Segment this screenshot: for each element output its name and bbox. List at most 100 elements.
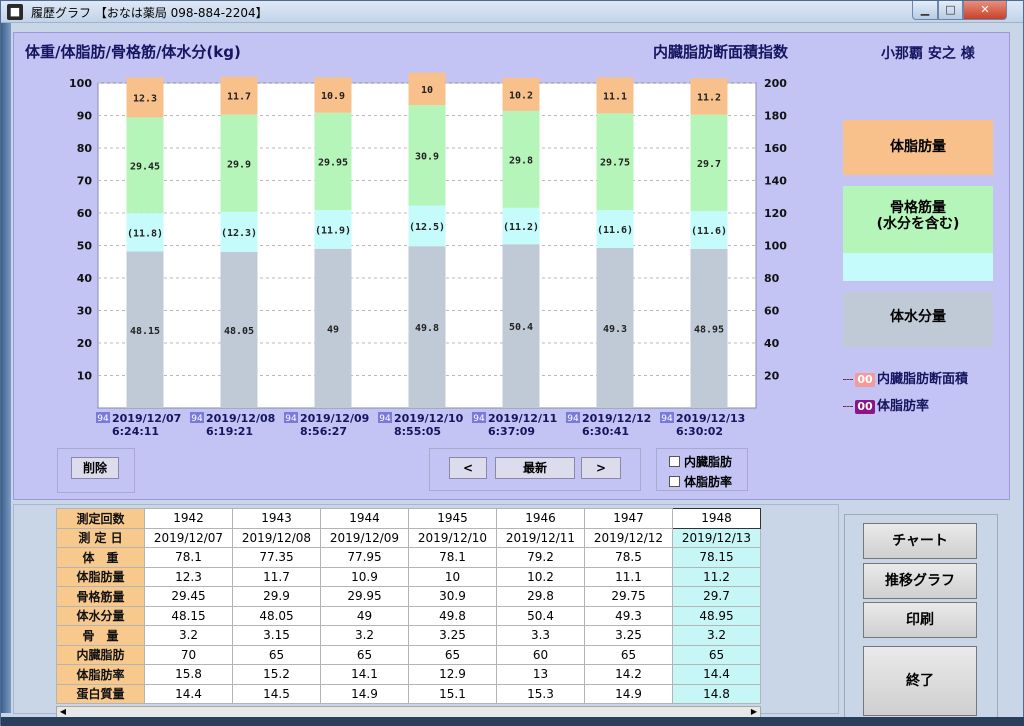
chart-button[interactable]: チャート	[863, 523, 977, 559]
table-cell[interactable]: 14.8	[672, 683, 761, 704]
scroll-right-icon[interactable]: ▶	[748, 707, 760, 717]
table-cell[interactable]: 2019/12/09	[320, 527, 409, 548]
table-cell[interactable]: 11.7	[232, 566, 321, 587]
table-cell[interactable]: 10.2	[496, 566, 585, 587]
table-cell[interactable]: 65	[672, 644, 761, 665]
table-cell[interactable]: 78.5	[584, 547, 673, 568]
table-cell[interactable]: 77.95	[320, 547, 409, 568]
table-cell[interactable]: 48.15	[144, 605, 233, 626]
table-cell[interactable]: 78.15	[672, 547, 761, 568]
table-cell[interactable]: 29.95	[320, 586, 409, 607]
table-cell[interactable]: 2019/12/08	[232, 527, 321, 548]
latest-button[interactable]: 最新	[495, 457, 575, 479]
table-cell[interactable]: 3.25	[408, 625, 497, 646]
table-cell[interactable]: 15.3	[496, 683, 585, 704]
table-cell[interactable]: 15.8	[144, 664, 233, 685]
print-button[interactable]: 印刷	[863, 602, 977, 638]
bodyfat-checkbox-label: 体脂肪率	[684, 475, 733, 489]
table-cell[interactable]: 1947	[584, 508, 673, 529]
measurement-table: 測定回数 1942 1943 1944 1945 1946 1947 1948 測 定 日 201…	[56, 508, 761, 704]
table-cell[interactable]: 1946	[496, 508, 585, 529]
table-cell[interactable]: 65	[408, 644, 497, 665]
table-cell[interactable]: 29.9	[232, 586, 321, 607]
row-header: 測定回数	[56, 508, 145, 529]
table-cell[interactable]: 11.2	[672, 566, 761, 587]
right-tick-label: 20	[764, 370, 780, 383]
table-cell[interactable]: 11.1	[584, 566, 673, 587]
table-cell[interactable]: 1942	[144, 508, 233, 529]
table-cell[interactable]: 48.05	[232, 605, 321, 626]
table-cell[interactable]: 49.3	[584, 605, 673, 626]
legend-fat: 体脂肪量	[843, 120, 993, 175]
next-button[interactable]: >	[581, 457, 621, 479]
table-cell[interactable]: 2019/12/07	[144, 527, 233, 548]
table-cell[interactable]: 29.7	[672, 586, 761, 607]
table-cell[interactable]: 3.15	[232, 625, 321, 646]
table-row: 測 定 日 2019/12/07 2019/12/08 2019/12/09 2019/…	[56, 527, 761, 548]
table-cell[interactable]: 49	[320, 605, 409, 626]
bar-value-label: 48.05	[224, 326, 254, 337]
table-cell[interactable]: 3.2	[144, 625, 233, 646]
table-cell[interactable]: 3.25	[584, 625, 673, 646]
table-cell[interactable]: 29.75	[584, 586, 673, 607]
left-tick-label: 10	[77, 370, 93, 383]
row-header: 骨 量	[56, 625, 145, 646]
table-cell[interactable]: 13	[496, 664, 585, 685]
table-cell[interactable]: 10	[408, 566, 497, 587]
row-header: 蛋白質量	[56, 683, 145, 704]
table-cell[interactable]: 78.1	[408, 547, 497, 568]
table-cell[interactable]: 77.35	[232, 547, 321, 568]
table-cell[interactable]: 30.9	[408, 586, 497, 607]
table-cell[interactable]: 2019/12/11	[496, 527, 585, 548]
table-cell[interactable]: 14.2	[584, 664, 673, 685]
table-cell[interactable]: 65	[584, 644, 673, 665]
table-cell[interactable]: 1948	[672, 508, 761, 529]
table-cell[interactable]: 49.8	[408, 605, 497, 626]
category-label: 2019/12/12	[582, 412, 651, 425]
exit-button[interactable]: 終了	[863, 646, 977, 716]
table-cell[interactable]: 1944	[320, 508, 409, 529]
scroll-left-icon[interactable]: ◀	[57, 707, 69, 717]
table-cell[interactable]: 48.95	[672, 605, 761, 626]
table-cell[interactable]: 78.1	[144, 547, 233, 568]
prev-button[interactable]: <	[449, 457, 487, 479]
table-cell[interactable]: 70	[144, 644, 233, 665]
visceral-checkbox-label: 内臓脂肪	[684, 455, 733, 469]
table-cell[interactable]: 1945	[408, 508, 497, 529]
table-cell[interactable]: 12.9	[408, 664, 497, 685]
table-cell[interactable]: 29.45	[144, 586, 233, 607]
table-cell[interactable]: 1943	[232, 508, 321, 529]
table-cell[interactable]: 14.9	[320, 683, 409, 704]
table-cell[interactable]: 14.5	[232, 683, 321, 704]
table-cell[interactable]: 29.8	[496, 586, 585, 607]
trend-graph-button[interactable]: 推移グラフ	[863, 563, 977, 599]
visceral-checkbox[interactable]: 内臓脂肪	[669, 453, 732, 470]
table-cell[interactable]: 3.2	[672, 625, 761, 646]
table-cell[interactable]: 14.1	[320, 664, 409, 685]
table-cell[interactable]: 50.4	[496, 605, 585, 626]
category-badge-text: 94	[473, 414, 485, 424]
table-cell[interactable]: 14.4	[672, 664, 761, 685]
bodyfat-checkbox[interactable]: 体脂肪率	[669, 473, 732, 490]
table-cell[interactable]: 60	[496, 644, 585, 665]
table-cell[interactable]: 79.2	[496, 547, 585, 568]
table-cell[interactable]: 2019/12/12	[584, 527, 673, 548]
table-row: 体 重 78.1 77.35 77.95 78.1 79.2 78.5 78.15	[56, 547, 761, 568]
right-tick-label: 180	[764, 110, 787, 123]
delete-button[interactable]: 削除	[71, 457, 119, 479]
table-cell[interactable]: 65	[232, 644, 321, 665]
left-tick-label: 40	[77, 272, 93, 285]
table-cell[interactable]: 65	[320, 644, 409, 665]
table-cell[interactable]: 15.1	[408, 683, 497, 704]
table-cell[interactable]: 14.4	[144, 683, 233, 704]
table-cell[interactable]: 2019/12/10	[408, 527, 497, 548]
table-cell[interactable]: 3.2	[320, 625, 409, 646]
category-label: 2019/12/08	[206, 412, 275, 425]
bar-value-label: (11.2)	[503, 222, 539, 233]
table-cell[interactable]: 15.2	[232, 664, 321, 685]
table-cell[interactable]: 12.3	[144, 566, 233, 587]
table-cell[interactable]: 14.9	[584, 683, 673, 704]
table-cell[interactable]: 2019/12/13	[672, 527, 761, 548]
table-cell[interactable]: 10.9	[320, 566, 409, 587]
table-cell[interactable]: 3.3	[496, 625, 585, 646]
